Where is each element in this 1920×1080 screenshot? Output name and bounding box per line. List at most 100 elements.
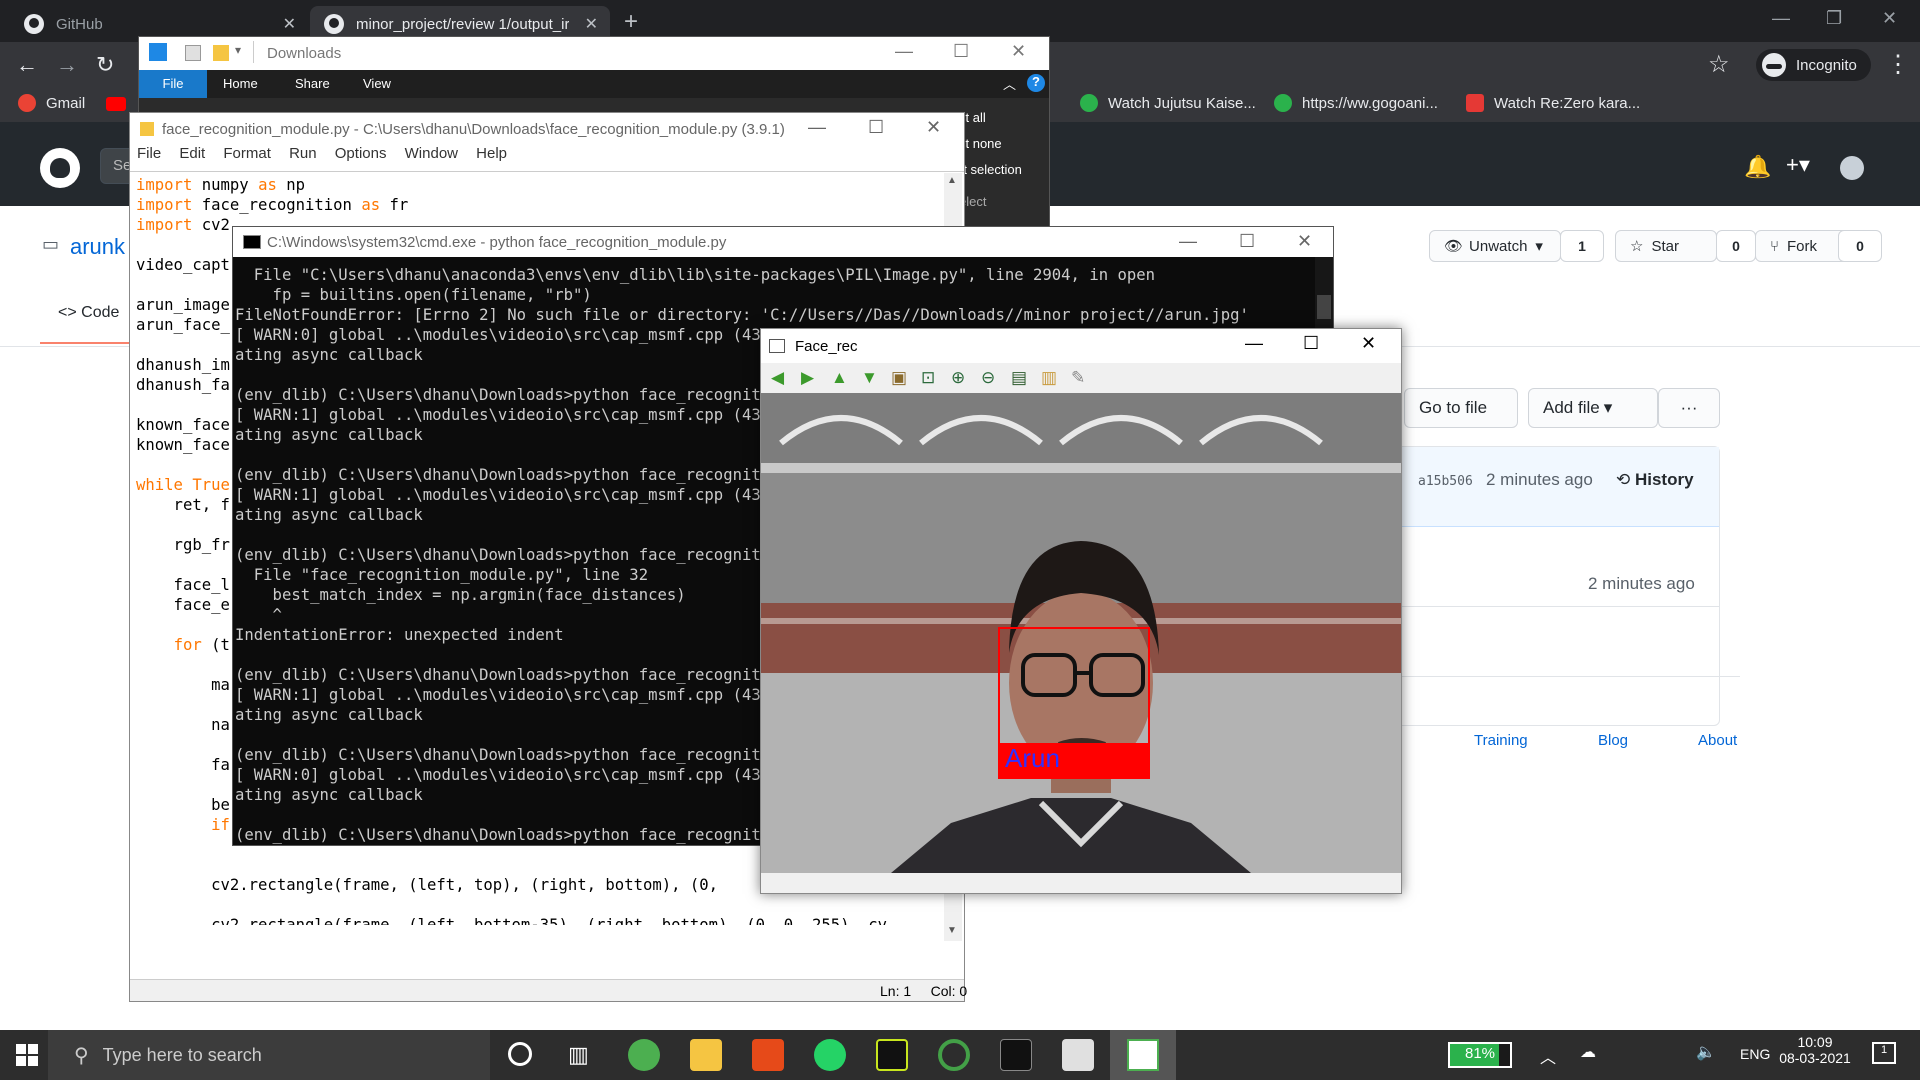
help-icon[interactable]: ? [1027, 74, 1045, 92]
watch-count[interactable]: 1 [1560, 230, 1604, 262]
reload-icon[interactable]: ↻ [96, 52, 114, 78]
close-tab-icon[interactable]: ✕ [585, 14, 598, 34]
incognito-badge[interactable]: Incognito [1756, 49, 1871, 81]
youtube-icon[interactable] [106, 97, 126, 111]
forward-icon[interactable]: → [56, 52, 78, 78]
notification-bell-icon[interactable]: 🔔 [1744, 154, 1771, 180]
scroll-down-icon[interactable]: ▼ [947, 925, 957, 936]
minimize-icon[interactable]: — [1772, 8, 1790, 29]
scroll-thumb[interactable] [1317, 295, 1331, 319]
cmd-taskbar-icon[interactable] [1000, 1039, 1032, 1071]
star-button[interactable]: ☆ Star [1615, 230, 1717, 262]
zoom-out-icon[interactable]: ⊖ [981, 369, 999, 387]
bookmark-star-icon[interactable]: ☆ [1708, 50, 1730, 79]
menu-icon[interactable]: ⋮ [1886, 50, 1910, 79]
unwatch-button[interactable]: 👁 Unwatch ▾ [1429, 230, 1561, 262]
task-view-icon[interactable]: ▥ [568, 1042, 589, 1068]
image-icon[interactable]: ▣ [891, 369, 909, 387]
create-new-icon[interactable]: +▾ [1786, 152, 1810, 178]
active-app-highlight[interactable] [1110, 1030, 1176, 1080]
close-icon[interactable]: ✕ [1297, 231, 1312, 252]
ribbon-tab-home[interactable]: Home [223, 76, 258, 91]
select-none[interactable]: ct none [959, 136, 1002, 151]
tab-code[interactable]: <> Code [58, 304, 119, 322]
maximize-icon[interactable]: ☐ [1303, 333, 1319, 354]
clock[interactable]: 10:09 08-03-2021 [1770, 1034, 1860, 1066]
menu-window[interactable]: Window [405, 145, 458, 162]
menu-run[interactable]: Run [289, 145, 317, 162]
go-to-file-button[interactable]: Go to file [1404, 388, 1518, 428]
avatar[interactable] [1840, 156, 1864, 180]
maximize-icon[interactable]: ☐ [868, 117, 884, 138]
bookmark-jujutsu[interactable]: Watch Jujutsu Kaise... [1080, 94, 1256, 112]
close-icon[interactable]: ✕ [1882, 8, 1897, 29]
windows-start-icon[interactable] [16, 1044, 38, 1066]
divider [1381, 606, 1719, 607]
scroll-up-icon[interactable]: ▲ [947, 175, 957, 186]
menu-edit[interactable]: Edit [179, 145, 205, 162]
taskbar-search-box[interactable]: ⚲ Type here to search [48, 1030, 490, 1080]
new-tab-button[interactable]: + [624, 8, 638, 36]
github-logo-icon[interactable] [40, 148, 80, 188]
minimize-icon[interactable]: — [808, 117, 826, 138]
footer-link-about[interactable]: About [1698, 732, 1737, 749]
footer-link-blog[interactable]: Blog [1598, 732, 1628, 749]
pycharm-taskbar-icon[interactable] [876, 1039, 908, 1071]
more-options-button[interactable]: ··· [1658, 388, 1720, 428]
ribbon-tab-view[interactable]: View [363, 76, 391, 91]
python-idle-taskbar-icon[interactable] [1062, 1039, 1094, 1071]
maximize-icon[interactable]: ☐ [953, 41, 969, 62]
volume-icon[interactable]: 🔈 [1696, 1042, 1716, 1062]
restore-icon[interactable]: ❐ [1826, 8, 1842, 29]
add-file-button[interactable]: Add file ▾ [1528, 388, 1658, 428]
whatsapp-taskbar-icon[interactable] [814, 1039, 846, 1071]
file-explorer-taskbar-icon[interactable] [690, 1039, 722, 1071]
cortana-icon[interactable] [508, 1042, 532, 1066]
notifications-icon[interactable]: 1 [1872, 1042, 1896, 1064]
menu-help[interactable]: Help [476, 145, 507, 162]
bookmark-rezero[interactable]: Watch Re:Zero kara... [1466, 94, 1640, 112]
menu-format[interactable]: Format [223, 145, 271, 162]
maximize-icon[interactable]: ☐ [1239, 231, 1255, 252]
history-link[interactable]: ⟲ History [1616, 470, 1694, 490]
arrow-left-icon[interactable]: ◀ [771, 369, 789, 387]
arrow-down-icon[interactable]: ▼ [861, 369, 879, 387]
show-hidden-icons-icon[interactable]: ︿ [1540, 1044, 1556, 1068]
zoom-in-icon[interactable]: ⊕ [951, 369, 969, 387]
network-icon[interactable]: ☁ [1580, 1042, 1596, 1062]
repo-owner-link[interactable]: arunk [70, 234, 125, 260]
menu-options[interactable]: Options [335, 145, 387, 162]
language-indicator[interactable]: ENG [1740, 1046, 1770, 1062]
commit-hash[interactable]: a15b506 [1418, 474, 1473, 489]
invert-selection[interactable]: rt selection [959, 162, 1022, 177]
minimize-icon[interactable]: — [895, 41, 913, 62]
close-icon[interactable]: ✕ [1011, 41, 1026, 62]
back-icon[interactable]: ← [16, 52, 38, 78]
footer-link-training[interactable]: Training [1474, 732, 1528, 749]
minimize-icon[interactable]: — [1245, 333, 1263, 354]
properties-icon[interactable]: ✎ [1071, 369, 1089, 387]
chevron-down-icon[interactable]: ▾ [235, 43, 241, 57]
close-icon[interactable]: ✕ [926, 117, 941, 138]
ribbon-tab-share[interactable]: Share [295, 76, 330, 91]
clipboard-icon[interactable]: ▥ [1041, 369, 1059, 387]
ribbon-tab-file[interactable]: File [139, 70, 207, 98]
bookmark-gmail[interactable]: Gmail [18, 94, 85, 112]
arrow-up-icon[interactable]: ▲ [831, 369, 849, 387]
star-count[interactable]: 0 [1716, 230, 1756, 262]
chevron-up-icon[interactable]: ︿ [1003, 74, 1016, 93]
minimize-icon[interactable]: — [1179, 231, 1197, 252]
office-taskbar-icon[interactable] [752, 1039, 784, 1071]
close-tab-icon[interactable]: ✕ [283, 14, 296, 34]
explorer-title: Downloads [267, 45, 342, 62]
anaconda-taskbar-icon[interactable] [938, 1039, 970, 1071]
battery-indicator[interactable]: 81% [1448, 1042, 1512, 1068]
save-icon[interactable]: ▤ [1011, 369, 1029, 387]
menu-file[interactable]: File [137, 145, 161, 162]
fork-count[interactable]: 0 [1838, 230, 1882, 262]
close-icon[interactable]: ✕ [1361, 333, 1376, 354]
zoom-fit-icon[interactable]: ⊡ [921, 369, 939, 387]
chrome-taskbar-icon[interactable] [628, 1039, 660, 1071]
arrow-right-icon[interactable]: ▶ [801, 369, 819, 387]
bookmark-gogoanime[interactable]: https://ww.gogoani... [1274, 94, 1438, 112]
